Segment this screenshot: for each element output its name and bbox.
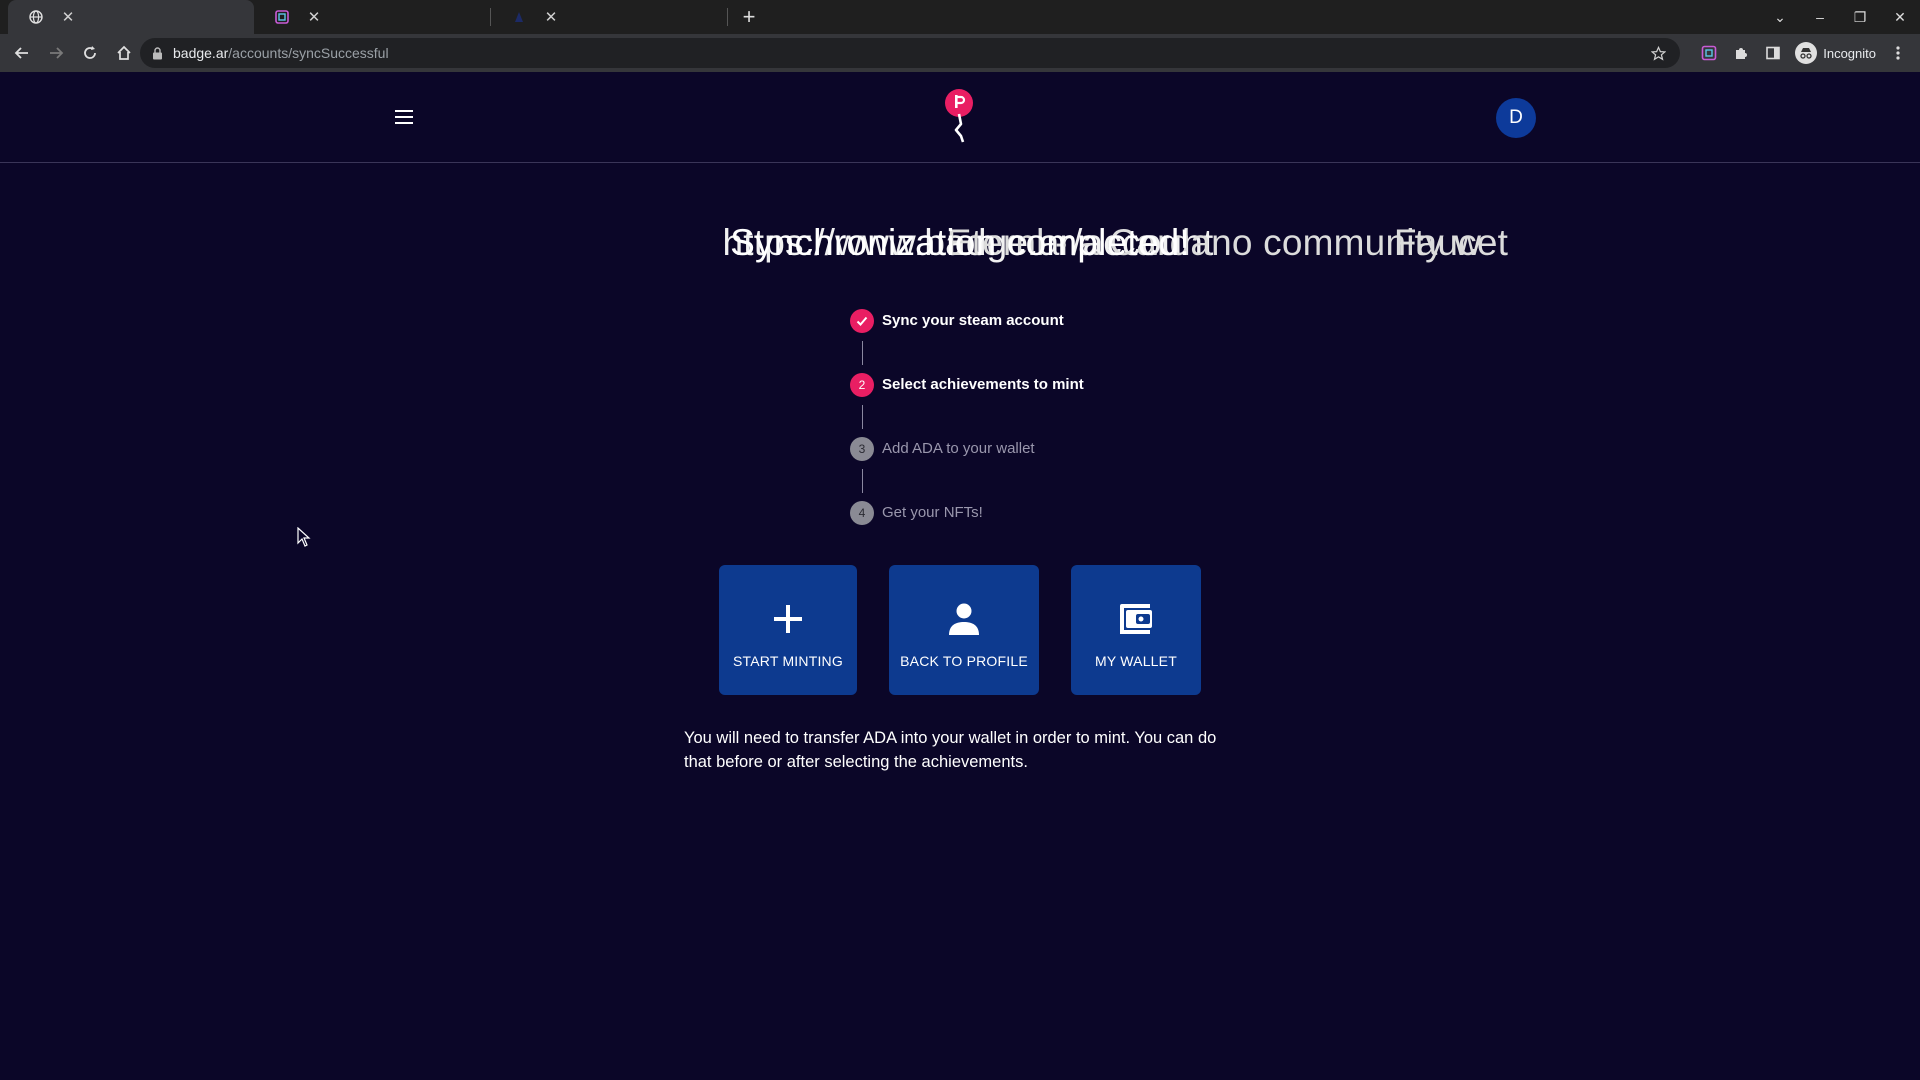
minimize-icon[interactable]: – [1800, 9, 1840, 25]
wallet-icon [1116, 599, 1156, 639]
step-label: Get your NFTs! [882, 504, 983, 521]
eternl-extension-icon[interactable] [1693, 37, 1725, 69]
step-label: Add ADA to your wallet [882, 440, 1035, 457]
step-connector [862, 469, 863, 493]
side-panel-icon[interactable] [1757, 37, 1789, 69]
lock-icon [152, 46, 163, 60]
step-get-nfts: 4 Get your NFTs! [850, 501, 1084, 565]
close-tab-icon[interactable]: ✕ [543, 8, 559, 26]
menu-icon[interactable] [392, 105, 416, 129]
close-tab-icon[interactable]: ✕ [60, 8, 76, 26]
browser-tab-bar: https://www.badge.ar/account ✕ Eternl - … [0, 0, 1920, 263]
plus-icon [772, 599, 804, 639]
reload-icon [84, 46, 96, 59]
incognito-icon [1795, 42, 1818, 64]
page-title: Synchronization completed! [730, 222, 1190, 263]
faucet-icon [511, 9, 527, 25]
toolbar-extensions: Incognito [1693, 34, 1920, 72]
step-label: Sync your steam account [882, 312, 1064, 329]
ada-transfer-note: You will need to transfer ADA into your … [684, 729, 1217, 771]
back-arrow-icon [14, 47, 28, 59]
globe-icon [28, 9, 44, 25]
avatar[interactable]: D [1496, 98, 1536, 138]
browser-menu-icon[interactable] [1882, 37, 1914, 69]
button-label: BACK TO PROFILE [900, 653, 1028, 669]
forward-arrow-icon [50, 47, 64, 59]
start-minting-button[interactable]: START MINTING [719, 565, 857, 695]
browser-toolbar: badge.ar/accounts/syncSuccessful Incogni… [0, 34, 1920, 72]
button-label: MY WALLET [1095, 653, 1177, 669]
window-controls: ⌄ – ❐ ✕ [1760, 0, 1920, 34]
restore-icon[interactable]: ❐ [1840, 9, 1880, 26]
new-tab-button[interactable]: + [732, 0, 766, 34]
eternl-icon [274, 9, 290, 25]
button-label: START MINTING [733, 653, 843, 669]
reload-button[interactable] [74, 37, 106, 69]
back-to-profile-button[interactable]: BACK TO PROFILE [889, 565, 1039, 695]
person-icon [946, 599, 982, 639]
home-icon [117, 45, 131, 60]
step-number: 4 [850, 501, 874, 525]
close-tab-icon[interactable]: ✕ [306, 8, 322, 26]
step-select-achievements: 2 Select achievements to mint [850, 373, 1084, 437]
step-number: 3 [850, 437, 874, 461]
step-connector [862, 405, 863, 429]
tab-eternl[interactable]: Eternl - a Cardano community w ✕ [254, 0, 1481, 263]
home-button[interactable] [108, 37, 140, 69]
site-header: D [0, 72, 1920, 163]
tab-search-icon[interactable]: ⌄ [1760, 9, 1800, 26]
bookmark-star-icon[interactable] [1651, 45, 1666, 61]
mouse-cursor-icon [297, 526, 311, 552]
url-host: badge.ar [173, 45, 229, 61]
check-icon [850, 309, 874, 333]
tab-divider [727, 8, 728, 26]
step-number: 2 [850, 373, 874, 397]
incognito-indicator[interactable]: Incognito [1795, 42, 1876, 64]
step-sync-account: Sync your steam account [850, 309, 1084, 373]
step-add-ada: 3 Add ADA to your wallet [850, 437, 1084, 501]
badgear-logo[interactable] [944, 88, 974, 146]
url-path: /accounts/syncSuccessful [228, 45, 389, 61]
progress-stepper: Sync your steam account 2 Select achieve… [850, 309, 1084, 565]
tab-badge[interactable]: https://www.badge.ar/account ✕ [8, 0, 1213, 263]
puzzle-icon[interactable] [1725, 37, 1757, 69]
tab-faucet[interactable]: Faucet ✕ [491, 0, 1508, 263]
my-wallet-button[interactable]: MY WALLET [1071, 565, 1201, 695]
action-buttons: START MINTING BACK TO PROFILE MY WALLET [719, 565, 1201, 695]
back-button[interactable] [6, 37, 38, 69]
close-window-icon[interactable]: ✕ [1880, 9, 1920, 26]
incognito-label: Incognito [1823, 45, 1876, 61]
step-connector [862, 341, 863, 365]
forward-button[interactable] [40, 37, 72, 69]
step-label: Select achievements to mint [882, 376, 1084, 393]
address-bar[interactable]: badge.ar/accounts/syncSuccessful [140, 38, 1680, 68]
